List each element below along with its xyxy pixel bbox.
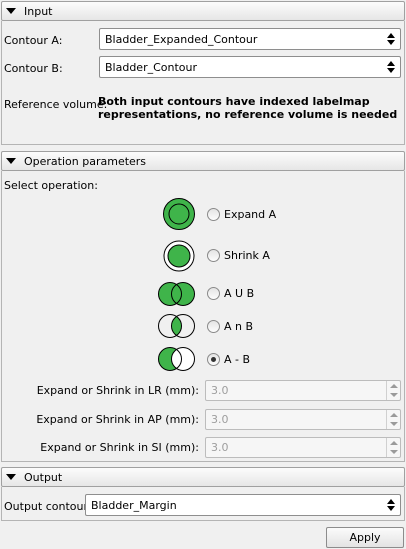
intersection-icon [158, 314, 195, 338]
contour-b-label: Contour B: [4, 62, 63, 75]
spin-arrows-icon[interactable] [386, 410, 400, 429]
margin-ap-label: Expand or Shrink in AP (mm): [36, 413, 199, 426]
select-operation-label: Select operation: [4, 179, 98, 192]
margin-lr-value: 3.0 [211, 384, 229, 397]
output-contour-select[interactable]: Bladder_Margin [85, 494, 401, 516]
margin-ap-spinbox[interactable]: 3.0 [205, 409, 401, 430]
margin-si-spinbox[interactable]: 3.0 [205, 437, 401, 458]
expand-a-radio[interactable] [207, 208, 220, 221]
intersection-radio[interactable] [207, 320, 220, 333]
output-contour-label: Output contour: [4, 500, 92, 513]
contour-a-label: Contour A: [4, 34, 63, 47]
operation-section-title: Operation parameters [24, 154, 147, 168]
subtract-label: A - B [224, 353, 251, 366]
margin-si-value: 3.0 [211, 441, 229, 454]
input-section-header[interactable]: Input [1, 1, 405, 21]
collapse-arrow-icon [6, 474, 16, 480]
expand-a-icon [163, 198, 195, 230]
output-section-title: Output [24, 470, 63, 484]
spin-arrows-icon[interactable] [386, 438, 400, 457]
union-radio[interactable] [207, 287, 220, 300]
margin-lr-label: Expand or Shrink in LR (mm): [36, 384, 199, 397]
contour-a-select[interactable]: Bladder_Expanded_Contour [99, 28, 401, 50]
shrink-a-radio[interactable] [207, 249, 220, 262]
input-section-title: Input [24, 4, 53, 18]
margin-si-label: Expand or Shrink in SI (mm): [40, 441, 199, 454]
expand-a-label: Expand A [224, 208, 277, 221]
combo-arrows-icon [387, 32, 396, 46]
reference-volume-label: Reference volume: [4, 98, 108, 111]
subtract-icon [158, 347, 195, 371]
output-contour-value: Bladder_Margin [91, 498, 177, 512]
collapse-arrow-icon [6, 8, 16, 14]
operation-section-header[interactable]: Operation parameters [1, 151, 405, 171]
contour-a-value: Bladder_Expanded_Contour [105, 32, 258, 46]
combo-arrows-icon [387, 60, 396, 74]
collapse-arrow-icon [6, 158, 16, 164]
spin-arrows-icon[interactable] [386, 381, 400, 400]
margin-lr-spinbox[interactable]: 3.0 [205, 380, 401, 401]
shrink-a-icon [163, 240, 195, 272]
union-label: A U B [224, 287, 255, 300]
contour-b-value: Bladder_Contour [105, 60, 198, 74]
reference-volume-message: Both input contours have indexed labelma… [98, 95, 398, 121]
contour-b-select[interactable]: Bladder_Contour [99, 56, 401, 78]
shrink-a-label: Shrink A [224, 249, 270, 262]
union-icon [158, 282, 195, 306]
apply-button[interactable]: Apply [326, 527, 404, 548]
output-section-header[interactable]: Output [1, 467, 405, 487]
margin-ap-value: 3.0 [211, 413, 229, 426]
subtract-radio[interactable] [207, 353, 220, 366]
intersection-label: A n B [224, 320, 254, 333]
combo-arrows-icon [387, 498, 396, 512]
